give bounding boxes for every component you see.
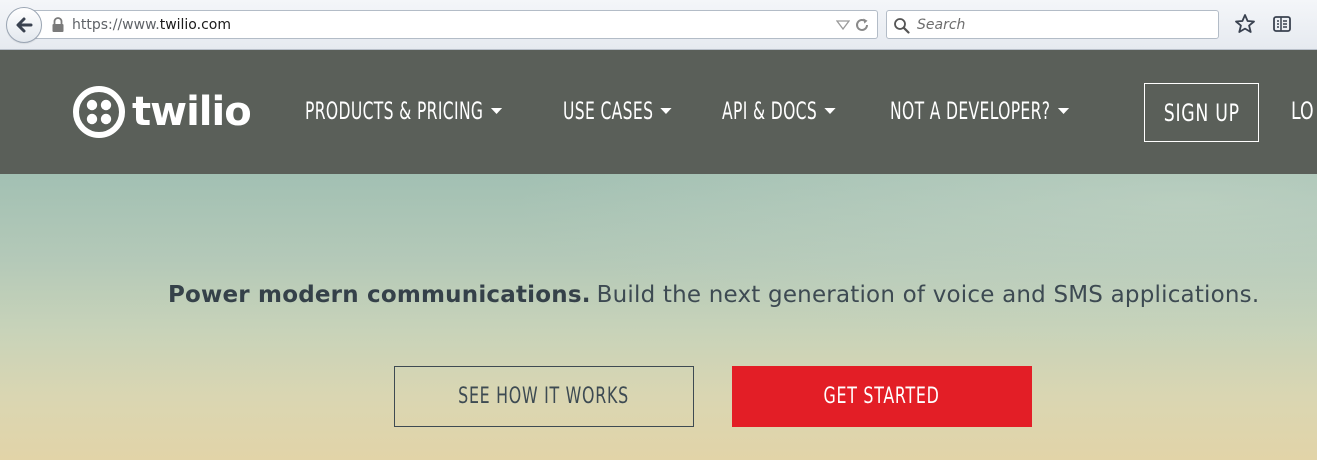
hero-tagline: Power modern communications. Build the ne… <box>168 282 1259 308</box>
url-text: https://www.twilio.com <box>72 17 231 33</box>
tagline-rest: Build the next generation of voice and S… <box>596 282 1260 308</box>
lock-icon[interactable] <box>51 17 65 33</box>
logo-text: twilio <box>132 89 252 135</box>
nav-use-cases[interactable]: USE CASES <box>563 97 672 125</box>
nav-label: USE CASES <box>563 97 654 125</box>
nav-not-a-developer[interactable]: NOT A DEVELOPER? <box>890 97 1069 125</box>
sign-up-button[interactable]: SIGN UP <box>1144 83 1259 142</box>
back-arrow-icon <box>16 17 33 33</box>
star-icon[interactable] <box>1234 13 1256 35</box>
nav-label: API & DOCS <box>722 97 818 125</box>
twilio-logo[interactable]: twilio <box>72 85 252 139</box>
get-started-button[interactable]: GET STARTED <box>732 366 1032 427</box>
search-bar[interactable] <box>886 10 1219 39</box>
search-icon <box>894 18 910 34</box>
see-how-it-works-button[interactable]: SEE HOW IT WORKS <box>394 366 694 427</box>
caret-down-icon <box>1057 108 1069 114</box>
nav-products-pricing[interactable]: PRODUCTS & PRICING <box>305 97 502 125</box>
dropdown-icon[interactable] <box>836 20 850 30</box>
url-bar[interactable]: https://www.twilio.com <box>30 10 878 39</box>
search-input[interactable] <box>917 14 1207 36</box>
caret-down-icon <box>824 108 836 114</box>
tagline-bold: Power modern communications. <box>168 282 591 308</box>
caret-down-icon <box>660 108 672 114</box>
sign-up-label: SIGN UP <box>1163 98 1240 127</box>
hero-section: Power modern communications. Build the ne… <box>0 174 1317 460</box>
caret-down-icon <box>490 108 502 114</box>
login-link[interactable]: LO <box>1291 97 1314 125</box>
twilio-logo-icon <box>73 86 125 138</box>
nav-api-docs[interactable]: API & DOCS <box>722 97 836 125</box>
nav-label: PRODUCTS & PRICING <box>305 97 484 125</box>
nav-label: NOT A DEVELOPER? <box>890 97 1051 125</box>
site-header: twilio PRODUCTS & PRICING USE CASES API … <box>0 50 1317 174</box>
reader-icon[interactable] <box>1272 14 1292 34</box>
browser-toolbar: https://www.twilio.com <box>0 0 1317 50</box>
see-how-it-works-label: SEE HOW IT WORKS <box>458 384 630 409</box>
reload-icon[interactable] <box>854 17 870 33</box>
get-started-label: GET STARTED <box>824 384 940 409</box>
back-button[interactable] <box>6 7 42 43</box>
